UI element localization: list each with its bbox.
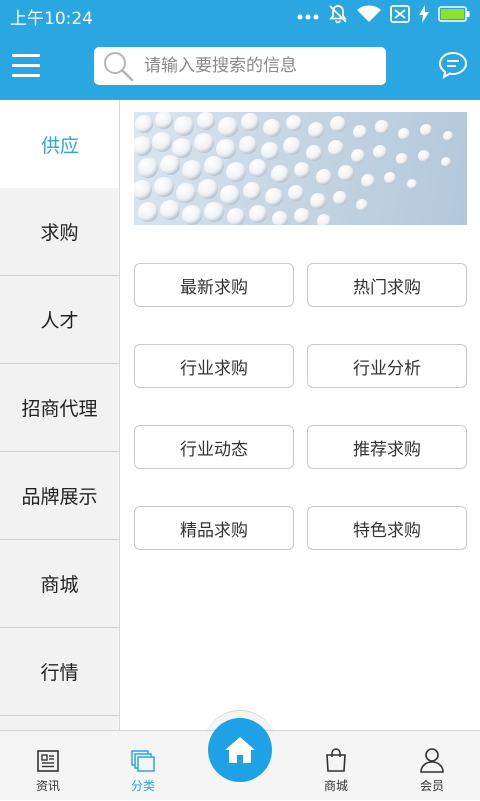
- chat-bubble-icon[interactable]: [438, 50, 468, 80]
- sidebar-item-agency[interactable]: 招商代理: [0, 364, 119, 452]
- sidebar-item-mall[interactable]: 商城: [0, 540, 119, 628]
- nav-item-member[interactable]: 会员: [392, 731, 472, 801]
- hot-purchase-button[interactable]: 热门求购: [307, 263, 467, 307]
- top-header: [0, 32, 480, 100]
- nav-label-category: 分类: [130, 779, 155, 793]
- wifi-icon: [357, 5, 381, 28]
- charging-icon: [419, 4, 429, 28]
- nav-item-mall[interactable]: 商城: [296, 731, 376, 801]
- search-bar[interactable]: [94, 47, 386, 85]
- sidebar-item-supply[interactable]: 供应: [0, 100, 119, 188]
- sim-off-icon: [390, 4, 410, 28]
- nav-label-mall: 商城: [323, 779, 348, 793]
- industry-analysis-button[interactable]: 行业分析: [307, 344, 467, 388]
- industry-purchase-button[interactable]: 行业求购: [134, 344, 294, 388]
- foam-beads-image: [134, 112, 453, 225]
- shopping-bag-icon: [326, 748, 346, 772]
- muted-bell-icon: [328, 4, 348, 29]
- home-button[interactable]: [208, 718, 272, 782]
- nav-label-member: 会员: [419, 779, 444, 793]
- search-input[interactable]: [144, 56, 374, 76]
- battery-icon: [438, 5, 470, 27]
- more-dots-icon: [297, 6, 319, 26]
- nav-label-news: 资讯: [35, 779, 60, 793]
- category-sidebar: 供应 求购 人才 招商代理 品牌展示 商城 行情: [0, 100, 120, 730]
- sidebar-item-purchase[interactable]: 求购: [0, 188, 119, 276]
- nav-item-category[interactable]: 分类: [103, 731, 183, 801]
- status-icons: [297, 4, 470, 29]
- hamburger-menu-icon[interactable]: [12, 52, 42, 80]
- sidebar-item-brand[interactable]: 品牌展示: [0, 452, 119, 540]
- user-icon: [420, 748, 444, 773]
- sidebar-item-market[interactable]: 行情: [0, 628, 119, 716]
- premium-purchase-button[interactable]: 精品求购: [134, 506, 294, 550]
- status-time: 上午10:24: [10, 8, 93, 29]
- category-icon: [131, 750, 155, 772]
- news-icon: [37, 750, 59, 772]
- recommended-purchase-button[interactable]: 推荐求购: [307, 425, 467, 469]
- home-icon: [225, 737, 255, 763]
- banner-image[interactable]: [134, 112, 467, 225]
- status-bar: 上午10:24: [0, 0, 480, 32]
- special-purchase-button[interactable]: 特色求购: [307, 506, 467, 550]
- latest-purchase-button[interactable]: 最新求购: [134, 263, 294, 307]
- sidebar-item-talent[interactable]: 人才: [0, 276, 119, 364]
- search-icon: [104, 52, 134, 82]
- industry-news-button[interactable]: 行业动态: [134, 425, 294, 469]
- nav-item-news[interactable]: 资讯: [8, 731, 88, 801]
